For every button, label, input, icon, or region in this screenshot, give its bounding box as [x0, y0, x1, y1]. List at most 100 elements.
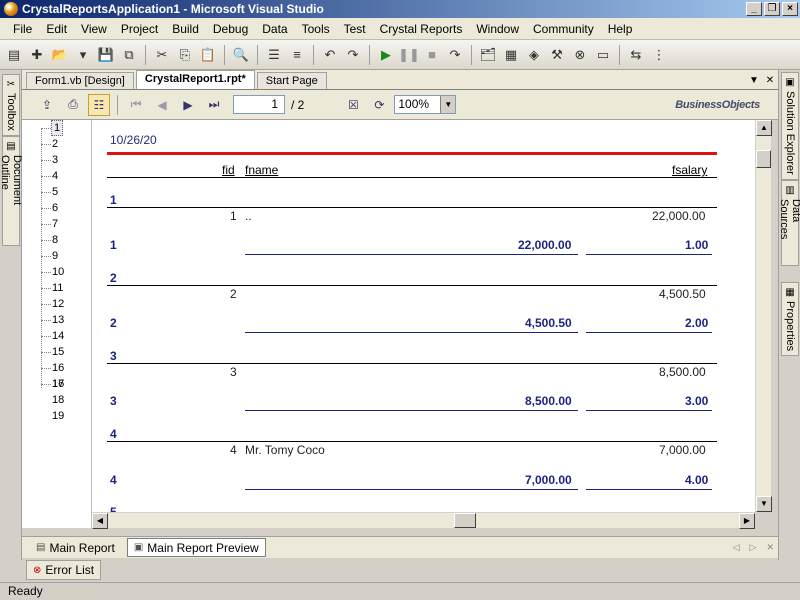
command-window-icon[interactable]: ▭ — [593, 45, 613, 65]
tab-dropdown-icon[interactable]: ▼ — [746, 75, 762, 86]
menu-data[interactable]: Data — [255, 20, 294, 38]
scrollbar-corner — [755, 512, 771, 528]
menu-edit[interactable]: Edit — [39, 20, 74, 38]
properties-tab[interactable]: ▦ Properties — [781, 282, 799, 356]
menu-test[interactable]: Test — [337, 20, 373, 38]
horizontal-scrollbar[interactable]: ◀ ▶ — [92, 512, 755, 529]
previous-page-icon[interactable]: ◀ — [151, 94, 173, 116]
toolbox-tab[interactable]: ✂ Toolbox — [2, 74, 20, 136]
tree-item[interactable]: 5 — [52, 184, 58, 200]
tab-scroll-left-icon[interactable]: ◁ — [733, 542, 740, 553]
vertical-scrollbar[interactable]: ▲ ▼ — [755, 120, 772, 512]
export-report-icon[interactable]: ⇪ — [36, 94, 58, 116]
undo-icon[interactable]: ↶ — [320, 45, 340, 65]
solution-explorer-tab[interactable]: ▣ Solution Explorer — [781, 72, 799, 180]
stop-icon[interactable]: ■ — [422, 45, 442, 65]
document-outline-tab[interactable]: ▤ Document Outline — [0, 136, 23, 246]
tree-item[interactable]: 8 — [52, 232, 58, 248]
close-button[interactable]: × — [782, 2, 798, 16]
first-page-icon[interactable]: ⏮ — [125, 94, 147, 116]
print-report-icon[interactable]: ⎙ — [62, 94, 84, 116]
scroll-down-icon[interactable]: ▼ — [756, 496, 772, 512]
tree-item[interactable]: 2 — [52, 136, 58, 152]
zoom-select[interactable]: 100% ▼ — [394, 95, 457, 114]
stop-loading-icon[interactable]: ☒ — [342, 94, 364, 116]
align-icon[interactable]: ⋮ — [649, 45, 669, 65]
tab-crystalreport1[interactable]: CrystalReport1.rpt* — [135, 70, 255, 89]
tree-item[interactable]: 11 — [52, 280, 63, 296]
restore-button[interactable]: ❐ — [764, 2, 780, 16]
page-number-input[interactable]: 1 — [233, 95, 285, 114]
data-sources-tab[interactable]: ▥ Data Sources — [778, 180, 800, 266]
uncomment-icon[interactable]: ≡ — [287, 45, 307, 65]
save-all-icon[interactable]: ⧉ — [119, 45, 139, 65]
menu-file[interactable]: File — [6, 20, 39, 38]
comment-icon[interactable]: ☰ — [264, 45, 284, 65]
error-list-icon[interactable]: ⊗ — [570, 45, 590, 65]
horizontal-scroll-thumb[interactable] — [454, 513, 476, 528]
menu-build[interactable]: Build — [165, 20, 206, 38]
scroll-right-icon[interactable]: ▶ — [739, 513, 755, 529]
toggle-group-tree-icon[interactable]: ☷ — [88, 93, 110, 116]
tree-item[interactable]: 16 — [52, 376, 64, 392]
menu-help[interactable]: Help — [601, 20, 640, 38]
start-debug-icon[interactable]: ▶ — [376, 45, 396, 65]
layout-icon[interactable]: ⇆ — [626, 45, 646, 65]
save-icon[interactable]: 💾 — [96, 45, 116, 65]
step-over-icon[interactable]: ↷ — [445, 45, 465, 65]
tree-item[interactable]: 18 — [52, 392, 64, 408]
tree-item[interactable]: 7 — [52, 216, 58, 232]
tree-item[interactable]: 14 — [52, 328, 64, 344]
tab-scroll-right-icon[interactable]: ▷ — [750, 542, 757, 553]
menu-tools[interactable]: Tools — [295, 20, 337, 38]
tree-item[interactable]: 6 — [52, 200, 58, 216]
open-folder-icon[interactable]: 📂 — [50, 45, 70, 65]
tree-item[interactable]: 19 — [52, 408, 64, 424]
menu-window[interactable]: Window — [469, 20, 526, 38]
tree-item[interactable]: 13 — [52, 312, 64, 328]
add-item-icon[interactable]: ✚ — [27, 45, 47, 65]
tab-form1-design[interactable]: Form1.vb [Design] — [26, 72, 134, 89]
scroll-left-icon[interactable]: ◀ — [92, 513, 108, 529]
last-page-icon[interactable]: ⏭ — [203, 94, 225, 116]
menu-crystal-reports[interactable]: Crystal Reports — [373, 20, 470, 38]
redo-icon[interactable]: ↷ — [343, 45, 363, 65]
tree-item[interactable]: 4 — [52, 168, 58, 184]
menu-community[interactable]: Community — [526, 20, 601, 38]
tab-main-report[interactable]: ▤ Main Report — [30, 538, 121, 557]
pause-icon[interactable]: ❚❚ — [398, 45, 420, 65]
close-document-icon[interactable]: ✕ — [762, 75, 778, 86]
menu-view[interactable]: View — [74, 20, 114, 38]
find-icon[interactable]: 🔍 — [231, 45, 251, 65]
copy-icon[interactable]: ⎘ — [175, 45, 195, 65]
tree-item[interactable]: 10 — [52, 264, 64, 280]
tab-main-report-preview[interactable]: ▣ Main Report Preview — [126, 538, 266, 557]
menu-project[interactable]: Project — [114, 20, 165, 38]
tab-close-icon[interactable]: ✕ — [766, 542, 774, 553]
properties-window-icon[interactable]: ▦ — [501, 45, 521, 65]
tree-item[interactable]: 12 — [52, 296, 64, 312]
new-project-icon[interactable]: ▤ — [4, 45, 24, 65]
tree-item[interactable]: 16 — [52, 360, 64, 376]
tree-item[interactable]: 9 — [52, 248, 58, 264]
add-new-item-icon[interactable]: ▾ — [73, 45, 93, 65]
group-tree: 1 2 3 4 5 6 7 8 9 10 11 12 13 14 15 16 1… — [22, 120, 92, 528]
object-browser-icon[interactable]: ◈ — [524, 45, 544, 65]
vertical-scroll-thumb[interactable] — [756, 150, 771, 168]
group-footer-id: 2 — [110, 316, 117, 330]
tree-item[interactable]: 15 — [52, 344, 64, 360]
paste-icon[interactable]: 📋 — [198, 45, 218, 65]
minimize-button[interactable]: _ — [746, 2, 762, 16]
solution-explorer-icon[interactable]: 🗂 — [478, 45, 498, 65]
cut-icon[interactable]: ✂ — [152, 45, 172, 65]
tab-start-page[interactable]: Start Page — [256, 72, 327, 89]
scroll-up-icon[interactable]: ▲ — [756, 120, 772, 136]
tree-item[interactable]: 1 — [51, 120, 64, 136]
tree-item[interactable]: 3 — [52, 152, 58, 168]
toolbox-icon[interactable]: ⚒ — [547, 45, 567, 65]
refresh-icon[interactable]: ⟳ — [368, 94, 390, 116]
next-page-icon[interactable]: ▶ — [177, 94, 199, 116]
tab-main-report-preview-label: Main Report Preview — [147, 540, 259, 555]
error-list-tab[interactable]: ⊗ Error List — [26, 560, 102, 580]
menu-debug[interactable]: Debug — [206, 20, 255, 38]
